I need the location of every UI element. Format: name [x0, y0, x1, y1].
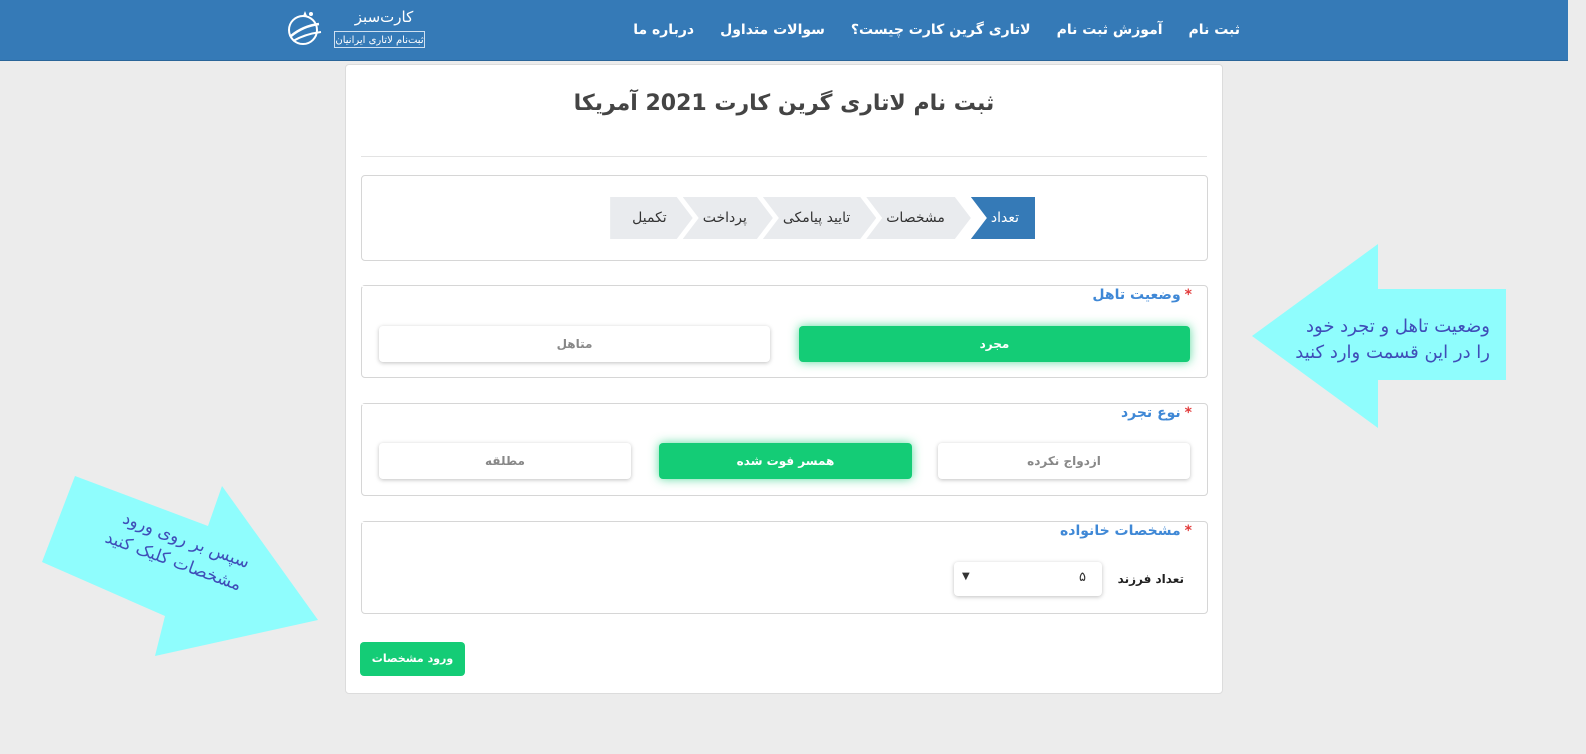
top-navbar: ثبت نام آموزش ثبت نام لاتاری گرین کارت چ… [0, 0, 1568, 61]
callout-arrow-left: سپس بر روی ورود مشخصات کلیک کنید [42, 476, 320, 658]
option-divorced[interactable]: مطلقه [379, 443, 631, 479]
children-count-value: ۵ [1079, 570, 1086, 585]
option-widowed[interactable]: همسر فوت شده [659, 443, 912, 479]
nav-links: ثبت نام آموزش ثبت نام لاتاری گرین کارت چ… [633, 0, 1240, 60]
callout-arrow-right: وضعیت تاهل و تجرد خود را در این قسمت وار… [1252, 244, 1506, 428]
callout-right-text: وضعیت تاهل و تجرد خود را در این قسمت وار… [1295, 316, 1490, 363]
marital-status-group: *وضعیت تاهل مجرد متاهل [361, 285, 1208, 378]
single-type-label: نوع تجرد [1120, 405, 1181, 421]
step-payment[interactable]: پرداخت [683, 197, 773, 239]
marital-status-label: وضعیت تاهل [1092, 287, 1181, 303]
family-details-label: مشخصات خانواده [1060, 523, 1181, 539]
nav-link-faq[interactable]: سوالات متداول [720, 22, 825, 38]
marital-status-legend: *وضعیت تاهل [1084, 287, 1192, 303]
page-title: ثبت نام لاتاری گرین کارت 2021 آمریکا [573, 91, 995, 116]
option-single[interactable]: مجرد [799, 326, 1190, 362]
required-mark: * [1184, 523, 1192, 539]
nav-link-about[interactable]: درباره ما [633, 22, 694, 38]
option-never-married[interactable]: ازدواج نکرده [938, 443, 1190, 479]
globe-logo-icon [288, 11, 322, 45]
divider [361, 156, 1207, 157]
single-type-group: *نوع تجرد ازدواج نکرده همسر فوت شده مطلق… [361, 403, 1208, 496]
children-count-select[interactable]: ۵ ▼ [954, 562, 1102, 596]
logo-title: کارت‌سبز [354, 8, 414, 26]
submit-details-button[interactable]: ورود مشخصات [360, 642, 465, 676]
steps-panel: تعداد مشخصات تایید پیامکی پرداخت تکمیل [361, 175, 1208, 261]
step-complete[interactable]: تکمیل [610, 197, 693, 239]
registration-card: ثبت نام لاتاری گرین کارت 2021 آمریکا تعد… [345, 64, 1223, 694]
required-mark: * [1184, 405, 1192, 421]
caret-down-icon: ▼ [962, 571, 970, 582]
required-mark: * [1184, 287, 1192, 303]
legend-gap [362, 404, 1022, 405]
family-details-group: *مشخصات خانواده تعداد فرزند ۵ ▼ [361, 521, 1208, 614]
step-details[interactable]: مشخصات [866, 197, 971, 239]
option-married[interactable]: متاهل [379, 326, 770, 362]
single-type-legend: *نوع تجرد [1112, 405, 1192, 421]
site-logo[interactable]: کارت‌سبز ثبت‌نام لاتاری ایرانیان [283, 6, 433, 52]
children-count-label: تعداد فرزند [1117, 572, 1184, 586]
nav-link-tutorial[interactable]: آموزش ثبت نام [1057, 22, 1163, 38]
legend-gap [362, 522, 1022, 523]
logo-subtitle: ثبت‌نام لاتاری ایرانیان [334, 31, 425, 48]
nav-link-what-is-lottery[interactable]: لاتاری گرین کارت چیست؟ [851, 22, 1031, 38]
family-details-legend: *مشخصات خانواده [1052, 523, 1192, 539]
step-count[interactable]: تعداد [970, 197, 1035, 239]
legend-gap [362, 286, 1022, 287]
step-sms-verify[interactable]: تایید پیامکی [763, 197, 876, 239]
nav-link-register[interactable]: ثبت نام [1189, 22, 1240, 38]
step-wizard: تعداد مشخصات تایید پیامکی پرداخت تکمیل [620, 197, 1035, 239]
